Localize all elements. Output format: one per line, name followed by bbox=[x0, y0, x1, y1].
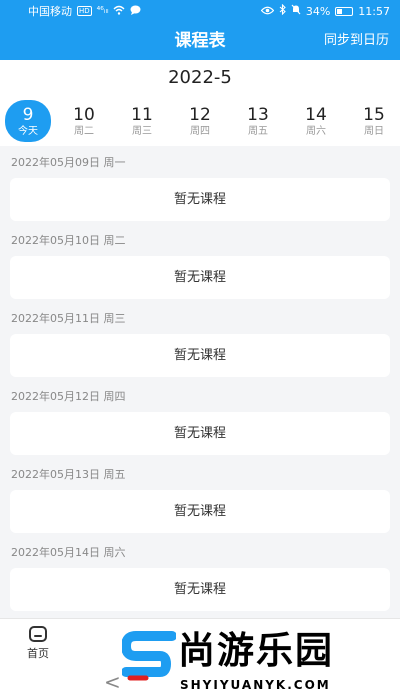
clock: 11:57 bbox=[358, 4, 390, 18]
schedule-date: 2022年05月11日 周三 bbox=[11, 312, 126, 325]
mute-icon bbox=[291, 4, 301, 18]
day-item[interactable]: 14 周六 bbox=[291, 100, 341, 142]
eye-icon bbox=[260, 5, 275, 18]
bluetooth-icon bbox=[279, 3, 286, 18]
battery-icon bbox=[335, 6, 354, 16]
watermark: 尚游乐园 SHYIYUANYK.COM bbox=[120, 622, 400, 700]
schedule-date: 2022年05月12日 周四 bbox=[11, 390, 126, 403]
watermark-text: 尚游乐园 bbox=[178, 629, 334, 672]
schedule-date: 2022年05月14日 周六 bbox=[11, 546, 126, 559]
battery-percent: 34% bbox=[305, 4, 331, 18]
list-item: 2022年05月12日 周四 暂无课程 bbox=[0, 382, 400, 455]
schedule-date: 2022年05月13日 周五 bbox=[11, 468, 126, 481]
day-number: 9 bbox=[22, 104, 34, 125]
schedule-card[interactable]: 暂无课程 bbox=[10, 256, 390, 299]
week-selector: 9 今天 10 周二 11 周三 12 周四 13 周五 14 周六 15 周日 bbox=[0, 96, 400, 146]
day-number: 11 bbox=[131, 104, 153, 125]
schedule-card[interactable]: 暂无课程 bbox=[10, 334, 390, 377]
schedule-date: 2022年05月09日 周一 bbox=[11, 156, 126, 169]
signal-icon: ⁴⁶ᵢₗₗ bbox=[96, 6, 109, 16]
day-label: 周四 bbox=[190, 125, 210, 137]
list-item: 2022年05月11日 周三 暂无课程 bbox=[0, 304, 400, 377]
day-item-today[interactable]: 9 今天 bbox=[5, 100, 51, 142]
home-icon bbox=[29, 626, 47, 642]
day-item[interactable]: 13 周五 bbox=[233, 100, 283, 142]
schedule-card[interactable]: 暂无课程 bbox=[10, 412, 390, 455]
day-label: 周五 bbox=[248, 125, 268, 137]
day-label: 周日 bbox=[364, 125, 384, 137]
list-item: 2022年05月13日 周五 暂无课程 bbox=[0, 460, 400, 533]
schedule-card[interactable]: 暂无课程 bbox=[10, 490, 390, 533]
app-header: 课程表 同步到日历 bbox=[0, 22, 400, 60]
day-label: 周二 bbox=[74, 125, 94, 137]
schedule-card[interactable]: 暂无课程 bbox=[10, 568, 390, 611]
day-item[interactable]: 15 周日 bbox=[349, 100, 399, 142]
message-icon bbox=[130, 5, 141, 18]
list-item: 2022年05月09日 周一 暂无课程 bbox=[0, 148, 400, 221]
tab-home[interactable]: 首页 bbox=[0, 619, 76, 668]
day-label: 周六 bbox=[306, 125, 326, 137]
day-number: 14 bbox=[305, 104, 327, 125]
list-item: 2022年05月10日 周二 暂无课程 bbox=[0, 226, 400, 299]
day-number: 15 bbox=[363, 104, 385, 125]
day-label: 周三 bbox=[132, 125, 152, 137]
carrier-name: 中国移动 bbox=[28, 5, 72, 18]
day-item[interactable]: 11 周三 bbox=[117, 100, 167, 142]
day-number: 12 bbox=[189, 104, 211, 125]
day-label: 今天 bbox=[18, 125, 38, 137]
schedule-date: 2022年05月10日 周二 bbox=[11, 234, 126, 247]
sync-calendar-button[interactable]: 同步到日历 bbox=[324, 22, 389, 60]
hd-badge: HD bbox=[77, 6, 92, 16]
watermark-logo-icon bbox=[122, 631, 176, 681]
schedule-card[interactable]: 暂无课程 bbox=[10, 178, 390, 221]
status-bar: 中国移动 HD ⁴⁶ᵢₗₗ 34% 11:57 bbox=[0, 0, 400, 22]
tab-home-label: 首页 bbox=[27, 647, 49, 660]
day-number: 13 bbox=[247, 104, 269, 125]
list-item: 2022年05月14日 周六 暂无课程 bbox=[0, 538, 400, 611]
month-label: 2022-5 bbox=[0, 60, 400, 96]
day-number: 10 bbox=[73, 104, 95, 125]
day-item[interactable]: 10 周二 bbox=[59, 100, 109, 142]
wifi-icon bbox=[113, 5, 125, 18]
schedule-list[interactable]: 2022年05月09日 周一 暂无课程 2022年05月10日 周二 暂无课程 … bbox=[0, 148, 400, 618]
back-icon[interactable]: < bbox=[104, 670, 121, 694]
watermark-url: SHYIYUANYK.COM bbox=[180, 678, 331, 692]
day-item[interactable]: 12 周四 bbox=[175, 100, 225, 142]
